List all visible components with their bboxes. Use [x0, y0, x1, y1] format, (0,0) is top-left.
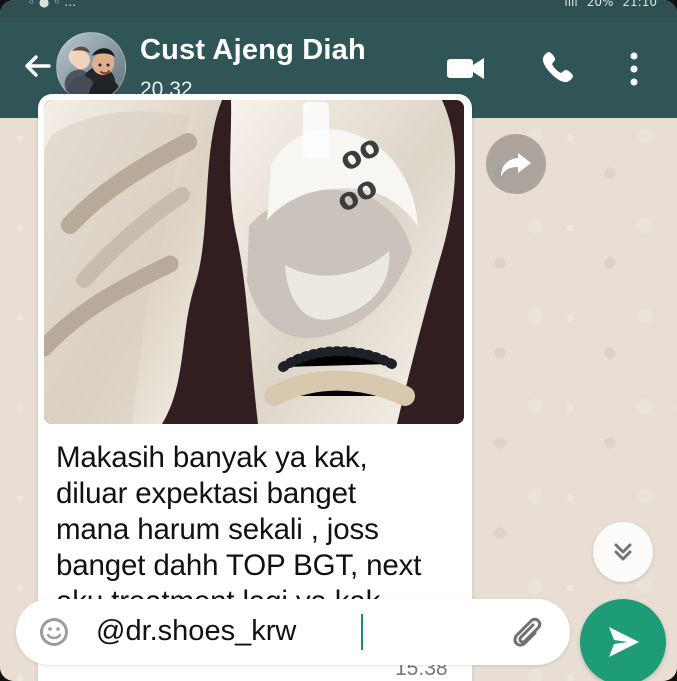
status-bar: ◦ ● ◦ … ııll 20% 21:10 — [0, 0, 677, 18]
signal-text: ııll — [564, 0, 578, 9]
send-arrow-icon — [609, 627, 639, 657]
attach-button[interactable] — [508, 614, 546, 652]
more-vertical-icon — [630, 52, 638, 86]
status-clock: 21:10 — [622, 0, 657, 9]
contact-avatar[interactable] — [56, 32, 126, 102]
double-chevron-down-icon — [614, 543, 632, 561]
more-options-button[interactable] — [619, 48, 649, 90]
video-call-button[interactable] — [444, 51, 488, 85]
whatsapp-chat-screen: ◦ ● ◦ … ııll 20% 21:10 Cust Ajeng Diah 2… — [0, 0, 677, 681]
arrow-left-icon — [25, 55, 51, 77]
message-input[interactable] — [96, 607, 501, 655]
video-camera-icon — [447, 58, 484, 79]
message-composer[interactable] — [16, 599, 570, 665]
forward-message-button[interactable] — [486, 134, 546, 194]
message-text: Makasih banyak ya kak, diluar expektasi … — [56, 441, 422, 618]
notification-icons: ◦ ● ◦ … — [28, 0, 77, 9]
shoe-image-illustration: oo oo — [44, 100, 464, 424]
status-notifications: ◦ ● ◦ … — [28, 0, 76, 9]
chat-background: oo oo Makasih banyak ya kak, diluar expe… — [0, 94, 677, 681]
scroll-down-button[interactable] — [593, 522, 653, 582]
incoming-message-bubble[interactable]: oo oo Makasih banyak ya kak, diluar expe… — [38, 94, 472, 681]
status-system-info: ııll 20% 21:10 — [564, 0, 657, 9]
battery-percentage: 20% — [586, 0, 614, 9]
emoji-icon — [40, 618, 68, 646]
text-cursor — [361, 614, 363, 650]
avatar-photo-icon — [64, 46, 124, 100]
paperclip-icon — [513, 617, 542, 647]
voice-call-button[interactable] — [537, 48, 577, 88]
contact-name[interactable]: Cust Ajeng Diah — [140, 34, 366, 67]
back-button[interactable] — [20, 49, 54, 83]
emoji-button[interactable] — [36, 614, 72, 650]
shoe-photo[interactable]: oo oo — [44, 100, 464, 424]
phone-icon — [542, 52, 573, 83]
forward-arrow-icon — [501, 153, 531, 177]
send-button[interactable] — [580, 599, 666, 681]
